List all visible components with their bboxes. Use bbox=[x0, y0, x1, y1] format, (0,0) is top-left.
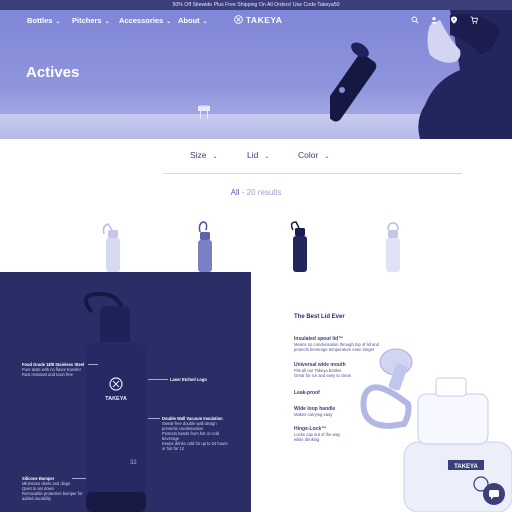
feature-loop-handle: Wide loop handle Makes carrying easy bbox=[294, 406, 336, 417]
lid-features-title: The Best Lid Ever bbox=[294, 314, 345, 320]
logo-icon bbox=[234, 15, 243, 24]
annotation-line bbox=[88, 364, 98, 365]
nav-about[interactable]: About ⌄ bbox=[178, 16, 208, 25]
filter-lid[interactable]: Lid ⌄ bbox=[247, 150, 269, 160]
search-icon[interactable] bbox=[411, 16, 419, 24]
filter-bar: Size ⌄ Lid ⌄ Color ⌄ bbox=[0, 146, 512, 166]
lid-bottle-logo: TAKEYA bbox=[454, 464, 478, 470]
feature-hinge-lock: Hinge-Lock™ Locks cap out of the way whi… bbox=[294, 426, 341, 442]
product-grid bbox=[0, 220, 512, 272]
product-bottle-white[interactable] bbox=[98, 220, 128, 272]
chevron-down-icon: ⌄ bbox=[212, 154, 218, 160]
annotation-stainless-steel: Food Grade 18/8 Stainless Steel Pure tas… bbox=[22, 362, 85, 377]
product-bottle-frost[interactable] bbox=[378, 220, 408, 272]
chat-button[interactable] bbox=[483, 483, 505, 505]
page-title: Actives bbox=[26, 64, 80, 81]
diagram-bottle-image: TAKEYA 32 bbox=[84, 292, 146, 512]
product-bottle-slate[interactable] bbox=[190, 220, 220, 272]
annotation-vacuum-insulation: Double Wall Vacuum Insulation Sweat-free… bbox=[162, 416, 228, 451]
annotation-silicone-bumper: Silicone Bumper Minimizes dents and ding… bbox=[22, 476, 83, 501]
annotation-line bbox=[148, 379, 168, 380]
user-icon[interactable] bbox=[430, 16, 438, 24]
results-count: All - 20 results bbox=[0, 188, 512, 197]
divider bbox=[163, 173, 462, 174]
results-all-label[interactable]: All bbox=[231, 188, 240, 197]
annotation-line bbox=[72, 478, 86, 479]
filter-color[interactable]: Color ⌄ bbox=[298, 150, 329, 160]
takeya-logo[interactable]: TAKEYA bbox=[234, 15, 282, 25]
chevron-down-icon: ⌄ bbox=[264, 154, 270, 160]
filter-size[interactable]: Size ⌄ bbox=[190, 150, 218, 160]
results-count-text: - 20 results bbox=[241, 188, 282, 197]
chevron-down-icon: ⌄ bbox=[324, 154, 330, 160]
promo-banner[interactable]: 50% Off Sitewide Plus Free Shipping On A… bbox=[0, 0, 512, 10]
nav-accessories[interactable]: Accessories ⌄ bbox=[119, 16, 171, 25]
bottle-features-diagram: TAKEYA 32 Food Grade 18/8 Stainless Stee… bbox=[0, 272, 251, 512]
cart-icon[interactable] bbox=[470, 16, 478, 24]
location-icon[interactable] bbox=[450, 16, 458, 24]
nav-pitchers[interactable]: Pitchers ⌄ bbox=[72, 16, 110, 25]
annotation-laser-logo: Laser Etched Logo bbox=[170, 377, 207, 382]
feature-wide-mouth: Universal wide mouth Fits all our Takeya… bbox=[294, 362, 352, 378]
feature-leak-proof: Leak-proof bbox=[294, 390, 320, 396]
diagram-bottle-size: 32 bbox=[130, 460, 137, 466]
nav-bottles[interactable]: Bottles ⌄ bbox=[27, 16, 60, 25]
diagram-bottle-logo: TAKEYA bbox=[105, 396, 127, 402]
chat-icon bbox=[489, 490, 499, 500]
annotation-line bbox=[148, 418, 160, 419]
lifeguard-tower-image bbox=[198, 105, 210, 119]
product-bottle-midnight[interactable] bbox=[285, 220, 315, 272]
feature-insulated-spout: Insulated spout lid™ Means no condensati… bbox=[294, 336, 379, 352]
